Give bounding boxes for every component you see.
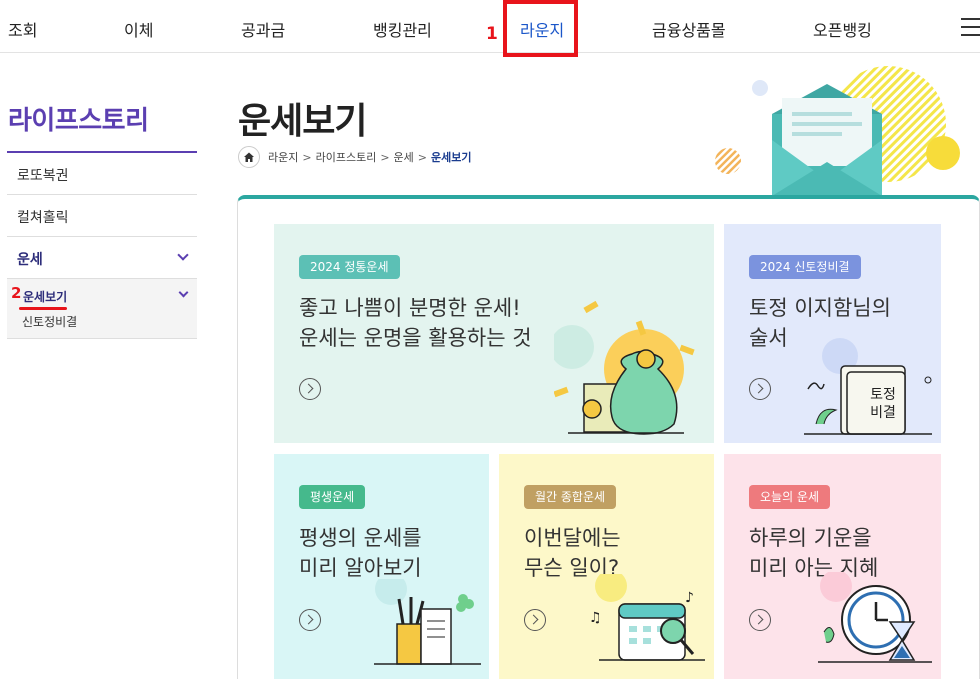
sidebar-item-culture[interactable]: 컬쳐홀릭 xyxy=(7,195,197,237)
card-traditional-fortune[interactable]: 2024 정통운세 좋고 나쁨이 분명한 운세! 운세는 운명을 활용하는 것 xyxy=(274,224,714,443)
highlight-underline xyxy=(19,307,67,310)
breadcrumb-item[interactable]: 라운지 xyxy=(268,149,298,165)
sidebar-item-label: 운세 xyxy=(17,252,43,268)
nav-item-utility[interactable]: 공과금 xyxy=(241,17,285,41)
card-tag: 2024 정통운세 xyxy=(299,255,400,279)
nav-item-inquiry[interactable]: 조회 xyxy=(8,17,37,41)
sidebar-subitem-tojeong[interactable]: 신토정비결 xyxy=(22,313,77,330)
arrow-right-icon[interactable] xyxy=(299,609,321,631)
sidebar-item-fortune-view[interactable]: 2 운세보기 신토정비결 xyxy=(7,279,197,339)
card-text-line: 하루의 기운을 xyxy=(749,526,872,550)
breadcrumb: 라운지 > 라이프스토리 > 운세 > 운세보기 xyxy=(238,145,472,169)
card-tag: 월간 종합운세 xyxy=(524,485,617,509)
card-text-line: 이번달에는 xyxy=(524,526,621,550)
book-title-text: 비결 xyxy=(870,405,896,421)
svg-text:♪: ♪ xyxy=(685,590,694,606)
card-lifetime-fortune[interactable]: 평생운세 평생의 운세를 미리 알아보기 xyxy=(274,454,489,679)
sidebar-title: 라이프스토리 xyxy=(8,106,149,136)
arrow-right-icon[interactable] xyxy=(524,609,546,631)
chevron-down-icon xyxy=(178,287,189,298)
highlight-box xyxy=(503,0,578,57)
arrow-right-icon[interactable] xyxy=(749,609,771,631)
arrow-right-icon[interactable] xyxy=(299,378,321,400)
sidebar-item-label: 운세보기 xyxy=(23,290,68,304)
breadcrumb-item[interactable]: 운세 xyxy=(394,149,414,165)
sidebar-item-fortune[interactable]: 운세 xyxy=(7,237,197,279)
nav-item-product-mall[interactable]: 금융상품몰 xyxy=(652,17,726,41)
card-text-line: 평생의 운세를 xyxy=(299,526,422,550)
card-text-line: 토정 이지함님의 xyxy=(749,296,891,320)
envelope-illustration xyxy=(715,66,960,196)
sidebar-item-label: 로또복권 xyxy=(17,168,69,184)
card-text-line: 좋고 나쁨이 분명한 운세! xyxy=(299,296,521,320)
book-title-text: 토정 xyxy=(870,387,896,403)
breadcrumb-item[interactable]: 라이프스토리 xyxy=(316,149,377,165)
card-tag: 오늘의 운세 xyxy=(749,485,831,509)
nav-item-banking-mgmt[interactable]: 뱅킹관리 xyxy=(373,17,432,41)
card-today-fortune[interactable]: 오늘의 운세 하루의 기운을 미리 아는 지혜 xyxy=(724,454,941,679)
home-icon[interactable] xyxy=(238,146,260,168)
chevron-down-icon xyxy=(177,249,189,261)
nav-item-open-banking[interactable]: 오픈뱅킹 xyxy=(813,17,872,41)
annotation-2: 2 xyxy=(11,284,22,302)
pencil-cup-icon xyxy=(374,579,481,665)
card-text-line: 운세는 운명을 활용하는 것 xyxy=(299,326,532,350)
card-monthly-fortune[interactable]: 월간 종합운세 이번달에는 무슨 일이? ♫ ♪ xyxy=(499,454,714,679)
money-bag-icon xyxy=(554,300,695,435)
card-tag: 평생운세 xyxy=(299,485,366,509)
sidebar-item-lotto[interactable]: 로또복권 xyxy=(7,153,197,195)
calendar-icon: ♫ ♪ xyxy=(589,574,705,661)
page-title: 운세보기 xyxy=(238,101,367,142)
annotation-1: 1 xyxy=(486,24,498,44)
menu-icon[interactable] xyxy=(961,18,980,42)
svg-text:♫: ♫ xyxy=(589,610,602,626)
breadcrumb-current: 운세보기 xyxy=(431,151,472,164)
nav-item-transfer[interactable]: 이체 xyxy=(124,17,153,41)
card-tojeong[interactable]: 2024 신토정비결 토정 이지함님의 술서 토정 비결 xyxy=(724,224,941,443)
card-tag: 2024 신토정비결 xyxy=(749,255,861,279)
arrow-right-icon[interactable] xyxy=(749,378,771,400)
sidebar-item-label: 컬쳐홀릭 xyxy=(17,210,69,226)
clock-icon xyxy=(818,572,932,663)
